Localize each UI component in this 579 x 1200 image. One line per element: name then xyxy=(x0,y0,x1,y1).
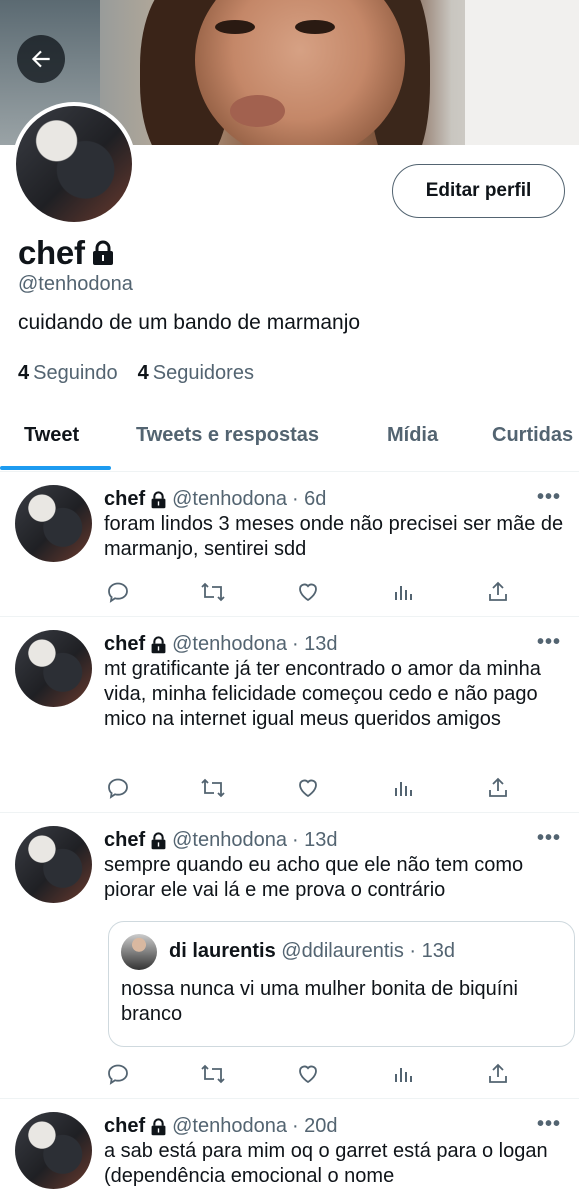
tweet-text: mt gratificante já ter encontrado o amor… xyxy=(104,658,541,730)
following-count: 4 xyxy=(18,362,30,384)
banner-eye xyxy=(215,20,255,34)
quoted-author-name: di laurentis xyxy=(169,940,276,962)
quoted-tweet-avatar xyxy=(121,934,157,970)
tweet-avatar[interactable] xyxy=(15,826,92,903)
tweet-avatar[interactable] xyxy=(15,485,92,562)
more-options-icon[interactable]: ••• xyxy=(537,486,561,509)
tweet[interactable]: chef @tenhodona · 6d ••• foram lindos 3 … xyxy=(0,472,579,617)
lock-icon xyxy=(92,240,113,265)
active-tab-indicator xyxy=(0,466,111,470)
analytics-icon[interactable] xyxy=(389,774,417,802)
followers-link[interactable]: 4 Seguidores xyxy=(138,362,254,385)
more-options-icon[interactable]: ••• xyxy=(537,1113,561,1136)
tweet-header: chef @tenhodona · 20d xyxy=(104,1115,338,1138)
share-icon[interactable] xyxy=(484,578,512,606)
edit-profile-button[interactable]: Editar perfil xyxy=(392,164,565,218)
tweet-author-handle: @tenhodona xyxy=(172,829,287,851)
tweet-header: chef @tenhodona · 13d xyxy=(104,829,338,852)
reply-icon[interactable] xyxy=(104,578,132,606)
reply-icon[interactable] xyxy=(104,774,132,802)
lock-icon xyxy=(151,831,166,849)
like-icon[interactable] xyxy=(294,578,322,606)
tab-media[interactable]: Mídia xyxy=(387,410,438,470)
tweet-text: sempre quando eu acho que ele não tem co… xyxy=(104,854,524,901)
tweet-time[interactable]: · 13d xyxy=(292,829,338,852)
tweet-author-name[interactable]: chef xyxy=(104,633,145,656)
quoted-tweet-text: nossa nunca vi uma mulher bonita de biqu… xyxy=(121,978,518,1025)
tweet-time[interactable]: · 13d xyxy=(292,633,338,656)
tweet[interactable]: chef @tenhodona · 20d ••• a sab está par… xyxy=(0,1099,579,1200)
banner-lips xyxy=(230,95,285,127)
tweet[interactable]: chef @tenhodona · 13d ••• mt gratificant… xyxy=(0,617,579,813)
tweet-author-handle: @tenhodona xyxy=(172,633,287,655)
profile-name: chef xyxy=(18,234,85,271)
retweet-icon[interactable] xyxy=(199,578,227,606)
tweet-actions xyxy=(104,774,514,802)
arrow-left-icon xyxy=(31,50,50,68)
reply-icon[interactable] xyxy=(104,1060,132,1088)
tweet-author-handle: @tenhodona xyxy=(172,1115,287,1137)
tweet-author-name[interactable]: chef xyxy=(104,488,145,511)
retweet-icon[interactable] xyxy=(199,1060,227,1088)
retweet-icon[interactable] xyxy=(199,774,227,802)
tweet-text: foram lindos 3 meses onde não precisei s… xyxy=(104,513,564,560)
analytics-icon[interactable] xyxy=(389,1060,417,1088)
quoted-tweet[interactable]: di laurentis @ddilaurentis · 13d nossa n… xyxy=(108,921,575,1047)
like-icon[interactable] xyxy=(294,774,322,802)
profile-name-row: chef xyxy=(18,234,115,272)
tweet-avatar[interactable] xyxy=(15,630,92,707)
following-link[interactable]: 4 Seguindo xyxy=(18,362,118,385)
followers-count: 4 xyxy=(137,362,149,384)
profile-avatar[interactable] xyxy=(12,102,136,226)
share-icon[interactable] xyxy=(484,1060,512,1088)
back-button[interactable] xyxy=(17,35,65,83)
more-options-icon[interactable]: ••• xyxy=(537,631,561,654)
more-options-icon[interactable]: ••• xyxy=(537,827,561,850)
tab-tweets-replies[interactable]: Tweets e respostas xyxy=(136,410,319,470)
tweet-author-name[interactable]: chef xyxy=(104,1115,145,1138)
tweet-author-handle: @tenhodona xyxy=(172,488,287,510)
quoted-tweet-header: di laurentis @ddilaurentis · 13d xyxy=(169,940,455,963)
tweet-time[interactable]: · 6d xyxy=(292,488,326,511)
profile-handle: @tenhodona xyxy=(18,273,133,295)
tweet-text: a sab está para mim oq o garret está par… xyxy=(104,1140,548,1187)
tweet-avatar[interactable] xyxy=(15,1112,92,1189)
following-label: Seguindo xyxy=(33,362,118,384)
like-icon[interactable] xyxy=(294,1060,322,1088)
tweet-actions xyxy=(104,1060,514,1088)
quoted-tweet-time: · 13d xyxy=(409,940,456,962)
tweet-header: chef @tenhodona · 13d xyxy=(104,633,338,656)
profile-tabs: Tweet Tweets e respostas Mídia Curtidas xyxy=(0,410,579,472)
tweet-actions xyxy=(104,578,514,606)
lock-icon xyxy=(151,635,166,653)
tab-likes[interactable]: Curtidas xyxy=(492,410,573,470)
tweet-time[interactable]: · 20d xyxy=(292,1115,338,1138)
followers-label: Seguidores xyxy=(152,362,254,384)
tab-tweets[interactable]: Tweet xyxy=(24,410,79,470)
lock-icon xyxy=(151,1117,166,1135)
banner-eye xyxy=(295,20,335,34)
banner-door xyxy=(465,0,579,145)
analytics-icon[interactable] xyxy=(389,578,417,606)
profile-bio: cuidando de um bando de marmanjo xyxy=(18,311,361,334)
quoted-author-handle: @ddilaurentis xyxy=(281,940,404,962)
lock-icon xyxy=(151,490,166,508)
follow-stats: 4 Seguindo 4 Seguidores xyxy=(18,362,254,385)
tweet-header: chef @tenhodona · 6d xyxy=(104,488,326,511)
tweet-author-name[interactable]: chef xyxy=(104,829,145,852)
share-icon[interactable] xyxy=(484,774,512,802)
